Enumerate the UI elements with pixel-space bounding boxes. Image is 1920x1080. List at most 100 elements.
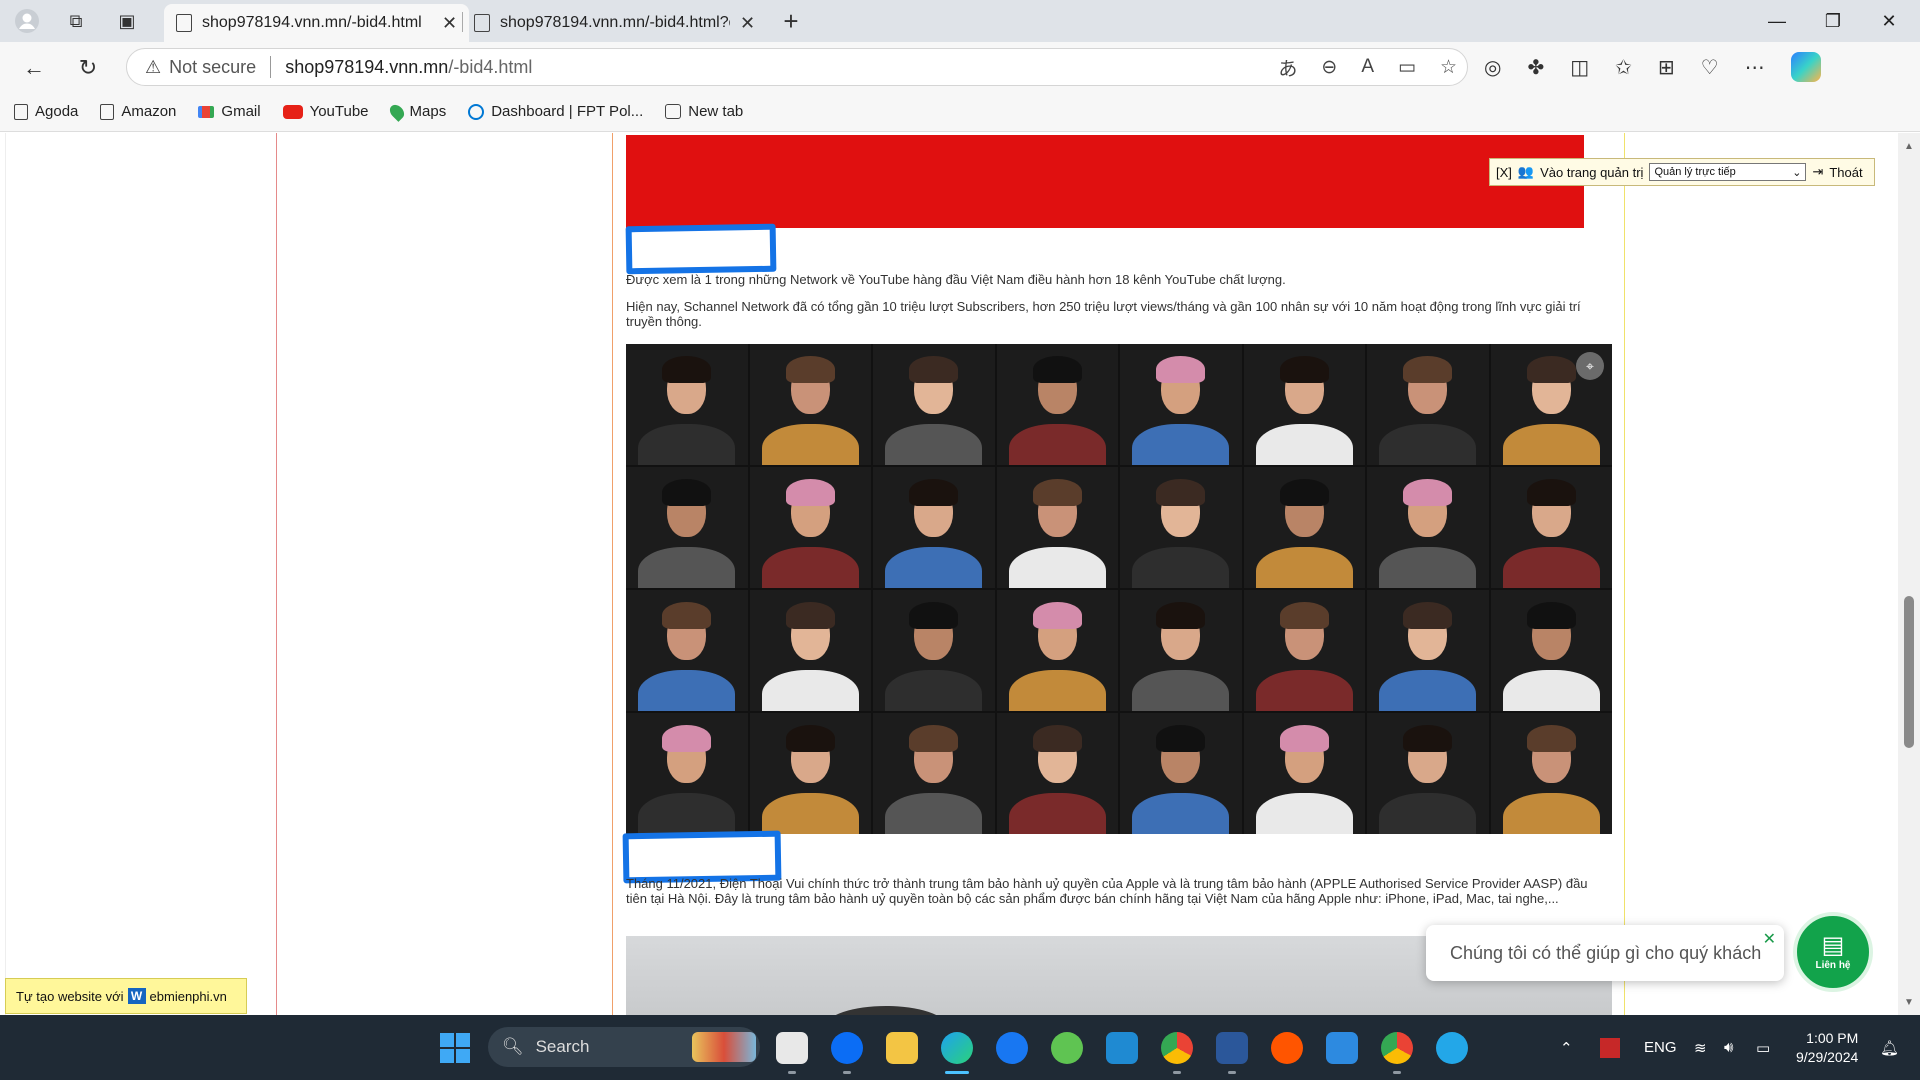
made-with-suffix: ebmienphi.vn bbox=[149, 988, 227, 1004]
running-indicator bbox=[1228, 1071, 1236, 1074]
chat-prompt-bubble[interactable]: Chúng tôi có thể giúp gì cho quý khách ✕ bbox=[1426, 925, 1784, 981]
made-with-prefix: Tự tạo website với bbox=[16, 988, 124, 1004]
minimize-button[interactable]: — bbox=[1749, 0, 1805, 42]
favorite-star-icon[interactable]: ☆ bbox=[1440, 56, 1457, 79]
address-bar[interactable]: ⚠ Not secure shop978194.vnn.mn/-bid4.htm… bbox=[126, 48, 1468, 86]
wifi-icon[interactable]: ≋ bbox=[1694, 1015, 1707, 1080]
team-member-photo bbox=[626, 467, 748, 588]
close-window-button[interactable]: ✕ bbox=[1861, 0, 1917, 42]
admin-link[interactable]: Vào trang quản trị bbox=[1540, 165, 1643, 180]
bookmark-amazon[interactable]: Amazon bbox=[100, 103, 176, 120]
scroll-thumb[interactable] bbox=[1904, 596, 1914, 748]
team-member-photo bbox=[996, 467, 1118, 588]
more-menu-icon[interactable]: ⋯ bbox=[1745, 55, 1765, 80]
zalo-app-icon[interactable] bbox=[831, 1032, 863, 1064]
input-language[interactable]: ENG bbox=[1644, 1015, 1677, 1080]
bookmark-maps[interactable]: Maps bbox=[386, 101, 447, 122]
page-icon bbox=[14, 103, 28, 120]
tray-overflow-icon[interactable]: ⌃ bbox=[1560, 1015, 1573, 1080]
clock-time: 1:00 PM bbox=[1806, 1030, 1859, 1046]
tab-actions-icon[interactable]: ▣ bbox=[112, 6, 142, 36]
split-screen-icon[interactable]: ◫ bbox=[1570, 55, 1589, 80]
copilot-icon[interactable] bbox=[1790, 52, 1821, 82]
team-member-photo bbox=[1490, 590, 1612, 711]
made-with-banner[interactable]: Tự tạo website với Webmienphi.vn bbox=[5, 978, 247, 1014]
tab-2[interactable]: shop978194.vnn.mn/-bid4.html?q ✕ bbox=[462, 4, 767, 42]
logout-link[interactable]: Thoát bbox=[1829, 165, 1862, 180]
chrome-app-icon[interactable] bbox=[1161, 1032, 1193, 1064]
notepad-app-icon[interactable] bbox=[1326, 1032, 1358, 1064]
admin-toolbar: [X] 👥 Vào trang quản trị Quản lý trực ti… bbox=[1489, 158, 1875, 186]
edge-app-icon[interactable] bbox=[941, 1032, 973, 1064]
team-member-photo bbox=[1243, 344, 1365, 465]
team-member-photo bbox=[1243, 590, 1365, 711]
bookmark-gmail[interactable]: Gmail bbox=[198, 103, 261, 120]
close-tab-icon[interactable]: ✕ bbox=[740, 13, 755, 34]
read-aloud-icon[interactable]: A bbox=[1361, 56, 1374, 78]
zoom-icon[interactable]: ⊖ bbox=[1321, 56, 1337, 79]
tray-app-icon[interactable] bbox=[1600, 1015, 1620, 1080]
scroll-up-arrow[interactable]: ▲ bbox=[1898, 137, 1920, 155]
compass-icon[interactable]: ◎ bbox=[1484, 55, 1501, 80]
navigation-bar: ← ↻ ⚠ Not secure shop978194.vnn.mn/-bid4… bbox=[0, 42, 1920, 92]
blue-app-icon[interactable] bbox=[1436, 1032, 1468, 1064]
visual-search-icon[interactable]: ⌖ bbox=[1576, 352, 1604, 380]
profile-icon[interactable] bbox=[12, 6, 42, 36]
start-button[interactable] bbox=[440, 1033, 470, 1063]
contact-chat-button[interactable]: ▤ Liên hệ bbox=[1793, 912, 1873, 992]
running-indicator bbox=[788, 1071, 796, 1074]
warning-icon[interactable]: ⚠ bbox=[145, 57, 161, 78]
maps-icon bbox=[386, 101, 407, 122]
restore-button[interactable]: ❐ bbox=[1805, 0, 1861, 42]
bookmark-label: Amazon bbox=[121, 103, 177, 120]
soundcloud-app-icon[interactable] bbox=[1271, 1032, 1303, 1064]
tab-1-title: shop978194.vnn.mn/-bid4.html bbox=[202, 14, 422, 31]
search-icon: 🔍︎ bbox=[502, 1037, 524, 1056]
workspaces-icon[interactable]: ⧉ bbox=[61, 6, 91, 36]
volume-icon[interactable]: 🔊︎ bbox=[1724, 1015, 1733, 1080]
taskbar-search[interactable]: 🔍︎ Search bbox=[488, 1027, 760, 1067]
tab-1[interactable]: shop978194.vnn.mn/-bid4.html ✕ bbox=[164, 4, 470, 42]
team-member-photo bbox=[749, 713, 871, 834]
security-label[interactable]: Not secure bbox=[169, 57, 256, 78]
chrome-profile-app-icon[interactable] bbox=[1381, 1032, 1413, 1064]
newtab-icon bbox=[665, 104, 682, 119]
close-tab-icon[interactable]: ✕ bbox=[442, 13, 457, 34]
page-scrollbar[interactable]: ▲ ▼ bbox=[1898, 133, 1920, 1015]
back-button[interactable]: ← bbox=[18, 52, 50, 84]
system-clock[interactable]: 1:00 PM 9/29/2024 bbox=[1796, 1029, 1858, 1067]
vscode-app-icon[interactable] bbox=[1106, 1032, 1138, 1064]
bookmark-new-tab[interactable]: New tab bbox=[665, 103, 743, 120]
favorites-icon[interactable]: ✩ bbox=[1615, 55, 1632, 80]
photos-app-icon[interactable] bbox=[776, 1032, 808, 1064]
notification-bell-icon[interactable]: 🔔︎ bbox=[1880, 1015, 1899, 1080]
search-highlight-image bbox=[692, 1032, 756, 1062]
immersive-reader-icon[interactable]: ▭ bbox=[1398, 56, 1416, 79]
refresh-button[interactable]: ↻ bbox=[72, 52, 104, 84]
translate-icon[interactable]: あ bbox=[1278, 54, 1297, 81]
chat-close-icon[interactable]: ✕ bbox=[1763, 929, 1776, 949]
team-member-photo bbox=[1367, 467, 1489, 588]
admin-close-button[interactable]: [X] bbox=[1496, 165, 1512, 180]
facebook-app-icon[interactable] bbox=[996, 1032, 1028, 1064]
team-member-photo bbox=[626, 713, 748, 834]
bookmark-label: Maps bbox=[409, 103, 447, 120]
bookmark-agoda[interactable]: Agoda bbox=[14, 103, 78, 120]
green-app-icon[interactable] bbox=[1051, 1032, 1083, 1064]
bookmark-youtube[interactable]: YouTube bbox=[282, 103, 369, 120]
collections-icon[interactable]: ⊞ bbox=[1658, 55, 1675, 80]
bookmark-dashboard[interactable]: Dashboard | FPT Pol... bbox=[468, 103, 643, 120]
browser-essentials-icon[interactable]: ♡ bbox=[1701, 55, 1719, 80]
extensions-icon[interactable]: ✤ bbox=[1527, 55, 1544, 80]
admin-mode-select[interactable]: Quản lý trực tiếp ⌄ bbox=[1649, 163, 1807, 181]
team-member-photo bbox=[1367, 590, 1489, 711]
team-member-photo bbox=[873, 713, 995, 834]
new-tab-button[interactable]: + bbox=[776, 6, 806, 36]
chat-icon: ▤ bbox=[1821, 931, 1845, 959]
scroll-down-arrow[interactable]: ▼ bbox=[1898, 993, 1920, 1011]
word-app-icon[interactable] bbox=[1216, 1032, 1248, 1064]
team-member-photo bbox=[1367, 344, 1489, 465]
team-member-photo bbox=[626, 590, 748, 711]
file-explorer-icon[interactable] bbox=[886, 1032, 918, 1064]
battery-icon[interactable]: ▭ bbox=[1756, 1015, 1770, 1080]
